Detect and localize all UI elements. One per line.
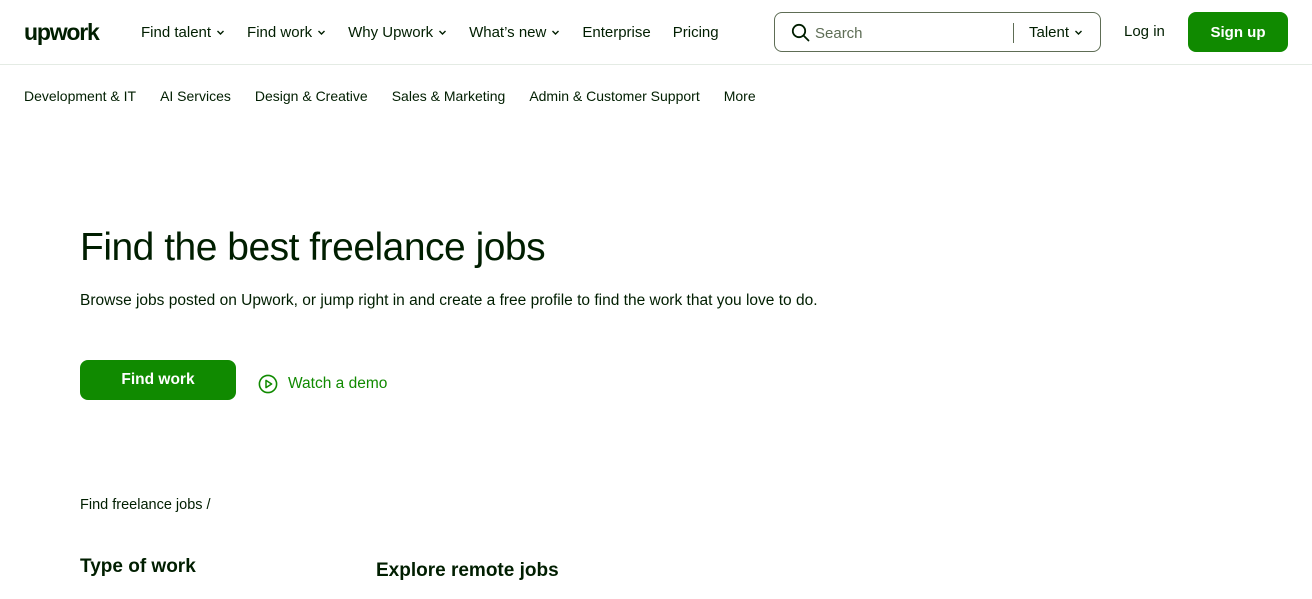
explore-remote-jobs-heading: Explore remote jobs (376, 560, 559, 581)
category-sales-marketing[interactable]: Sales & Marketing (392, 88, 506, 104)
nav-find-work-label: Find work (247, 23, 313, 41)
breadcrumb[interactable]: Find freelance jobs / (80, 497, 211, 513)
search-icon[interactable] (791, 23, 810, 42)
nav-why-upwork[interactable]: Why Upwork (348, 24, 447, 41)
chevron-down-icon (317, 28, 326, 37)
login-link[interactable]: Log in (1124, 23, 1165, 40)
category-ai-services[interactable]: AI Services (160, 88, 231, 104)
chevron-down-icon (216, 28, 225, 37)
watch-demo-label: Watch a demo (288, 375, 388, 392)
search-type-dropdown[interactable]: Talent (1029, 24, 1083, 41)
search-box: Talent (774, 12, 1101, 52)
chevron-down-icon (551, 28, 560, 37)
nav-pricing-label: Pricing (672, 23, 719, 41)
nav-pricing[interactable]: Pricing (673, 24, 719, 41)
category-design-creative[interactable]: Design & Creative (255, 88, 368, 104)
nav-find-talent[interactable]: Find talent (141, 24, 225, 41)
upwork-logo[interactable]: upwork (24, 18, 100, 46)
hero-subtitle: Browse jobs posted on Upwork, or jump ri… (80, 292, 818, 309)
logo-wordmark: upwork (24, 18, 100, 45)
nav-whats-new-label: What’s new (469, 23, 547, 41)
nav-enterprise[interactable]: Enterprise (582, 24, 650, 41)
main-nav: Find talent Find work Why Upwork What’s … (141, 0, 741, 64)
page-title: Find the best freelance jobs (80, 226, 546, 269)
search-input[interactable] (815, 22, 1005, 44)
category-more[interactable]: More (724, 88, 756, 104)
watch-demo-link[interactable]: Watch a demo (258, 374, 387, 394)
search-divider (1013, 23, 1014, 43)
play-circle-icon (258, 374, 278, 394)
nav-why-upwork-label: Why Upwork (348, 23, 434, 41)
nav-whats-new[interactable]: What’s new (469, 24, 560, 41)
chevron-down-icon (1074, 28, 1083, 37)
category-development-it[interactable]: Development & IT (24, 88, 136, 104)
nav-find-talent-label: Find talent (141, 23, 212, 41)
category-admin-support[interactable]: Admin & Customer Support (529, 88, 699, 104)
top-navigation-bar: upwork Find talent Find work Why Upwork … (0, 0, 1312, 65)
category-bar: Development & IT AI Services Design & Cr… (24, 88, 780, 104)
nav-find-work[interactable]: Find work (247, 24, 326, 41)
find-work-button[interactable]: Find work (80, 360, 236, 400)
signup-button[interactable]: Sign up (1188, 12, 1288, 52)
search-type-label: Talent (1029, 24, 1070, 41)
nav-enterprise-label: Enterprise (582, 23, 651, 41)
type-of-work-heading: Type of work (80, 556, 196, 577)
chevron-down-icon (438, 28, 447, 37)
